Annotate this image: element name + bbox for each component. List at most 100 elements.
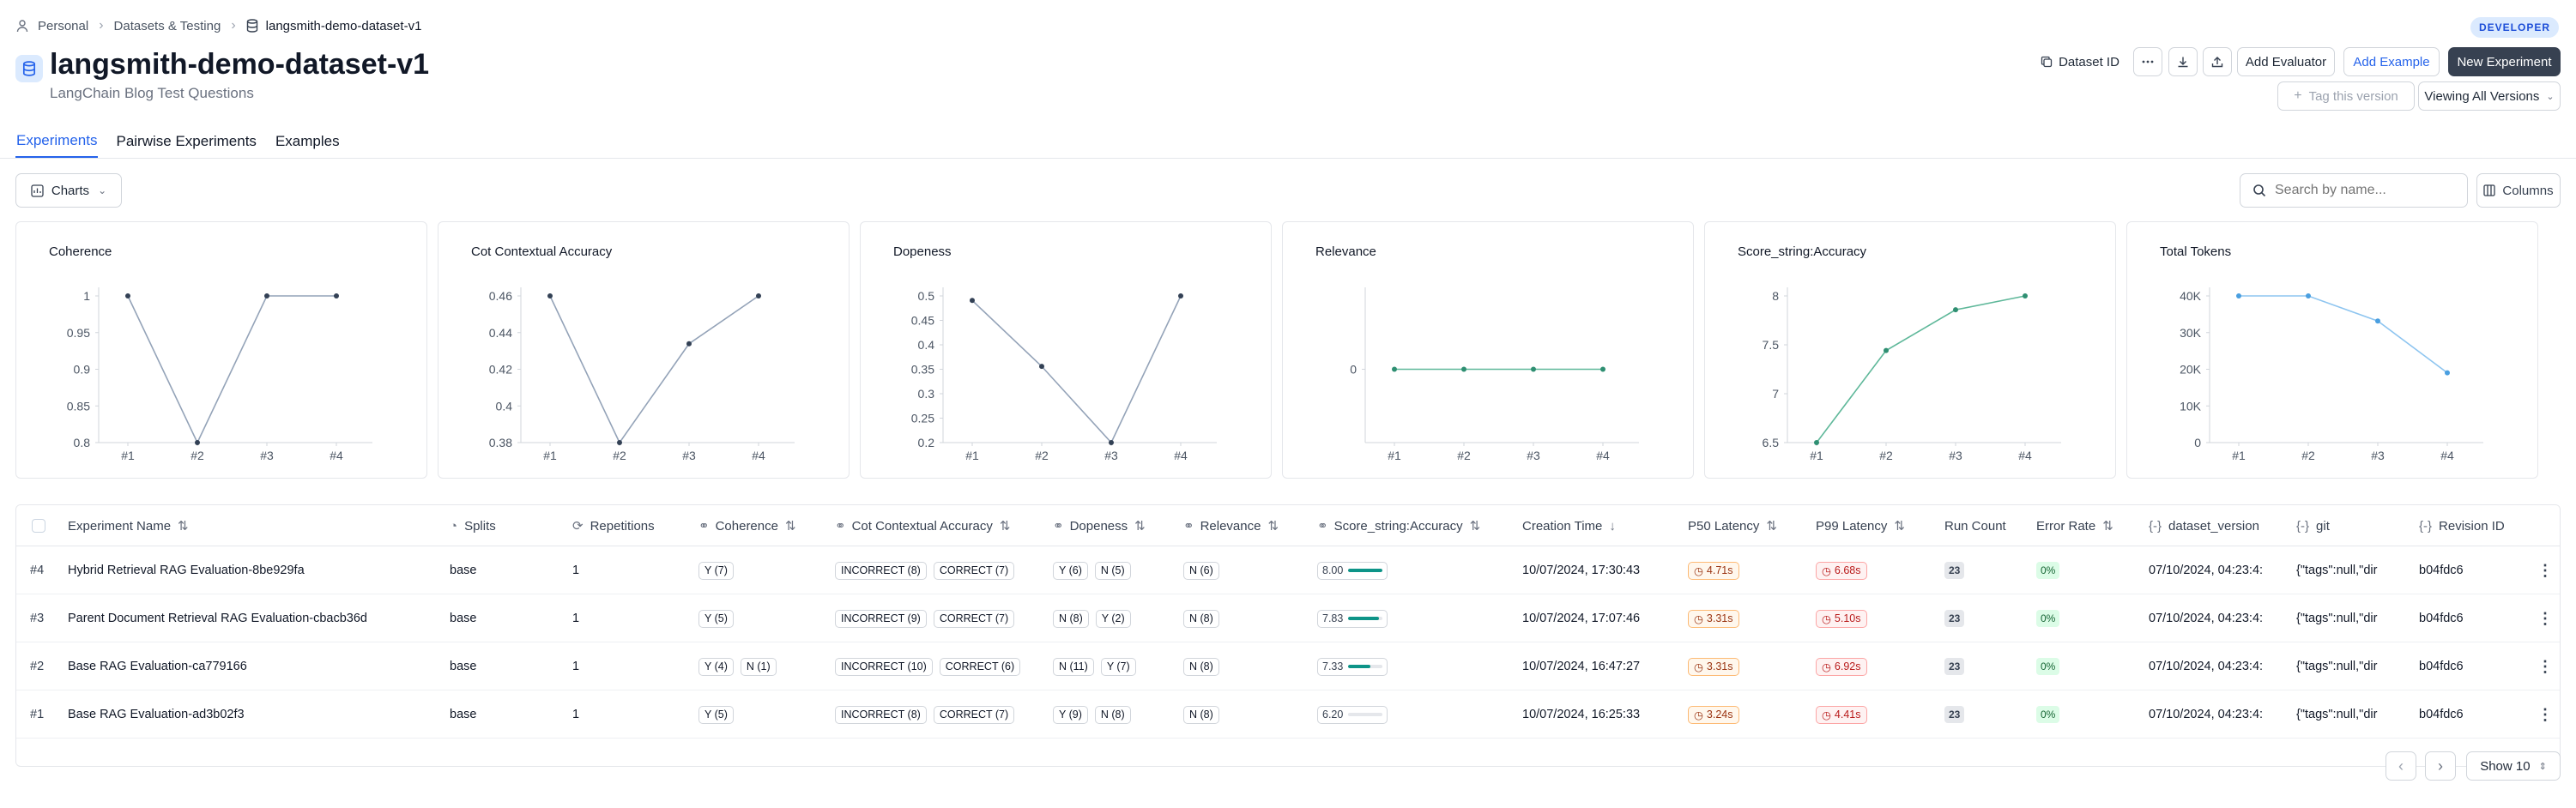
cot-feedback[interactable]: CORRECT (6)	[939, 657, 1021, 676]
row-menu-icon[interactable]: ⋮	[2537, 546, 2553, 594]
tab-examples[interactable]: Examples	[275, 125, 341, 158]
score-feedback[interactable]: 7.33	[1317, 657, 1388, 676]
coherence-feedback[interactable]: Y (5)	[698, 705, 734, 724]
data-point[interactable]	[1109, 440, 1114, 445]
dopeness-feedback[interactable]: N (8)	[1053, 609, 1089, 628]
viewing-versions-select[interactable]: Viewing All Versions ⌄	[2418, 81, 2561, 111]
experiment-name[interactable]: Hybrid Retrieval RAG Evaluation-8be929fa	[68, 546, 437, 594]
data-point[interactable]	[1178, 293, 1183, 298]
table-row[interactable]: #1 Base RAG Evaluation-ad3b02f3 base 1 Y…	[16, 690, 2560, 739]
data-point[interactable]	[1600, 366, 1605, 372]
row-menu-icon[interactable]: ⋮	[2537, 594, 2553, 642]
relevance-feedback[interactable]: N (6)	[1183, 561, 1219, 580]
column-header-coherence[interactable]: ⚭ Coherence ⇅	[698, 505, 796, 546]
data-point[interactable]	[617, 440, 622, 445]
tab-experiments[interactable]: Experiments	[15, 125, 99, 158]
cot-feedback[interactable]: CORRECT (7)	[933, 705, 1015, 724]
page-size-select[interactable]: Show 10 ⇕	[2466, 751, 2561, 781]
data-point[interactable]	[1814, 440, 1819, 445]
column-header-dopeness[interactable]: ⚭ Dopeness ⇅	[1053, 505, 1146, 546]
data-point[interactable]	[125, 293, 130, 298]
coherence-feedback[interactable]: N (1)	[740, 657, 777, 676]
column-header-cot-contextual-accuracy[interactable]: ⚭ Cot Contextual Accuracy ⇅	[835, 505, 1010, 546]
data-point[interactable]	[2023, 293, 2028, 298]
dopeness-feedback[interactable]: Y (6)	[1053, 561, 1088, 580]
charts-toggle-button[interactable]: Charts ⌄	[15, 173, 122, 208]
column-header-run-count[interactable]: Run Count	[1944, 505, 2006, 546]
dopeness-feedback[interactable]: Y (9)	[1053, 705, 1088, 724]
relevance-feedback[interactable]: N (8)	[1183, 657, 1219, 676]
data-point[interactable]	[686, 341, 692, 347]
data-point[interactable]	[1392, 366, 1397, 372]
data-point[interactable]	[264, 293, 269, 298]
column-header-experiment-name[interactable]: Experiment Name ⇅	[68, 505, 189, 546]
experiment-name[interactable]: Base RAG Evaluation-ad3b02f3	[68, 690, 437, 739]
column-header-splits[interactable]: ◔ Splits	[450, 505, 496, 546]
data-point[interactable]	[2306, 293, 2311, 298]
data-point[interactable]	[1531, 366, 1536, 372]
cot-feedback[interactable]: INCORRECT (8)	[835, 561, 927, 580]
column-header-p99-latency[interactable]: P99 Latency ⇅	[1816, 505, 1905, 546]
column-header-error-rate[interactable]: Error Rate ⇅	[2036, 505, 2113, 546]
search-box[interactable]	[2240, 173, 2468, 208]
data-point[interactable]	[1461, 366, 1466, 372]
cot-feedback[interactable]: INCORRECT (9)	[835, 609, 927, 628]
breadcrumb-datasets[interactable]: Datasets & Testing	[114, 19, 221, 33]
data-point[interactable]	[2375, 318, 2380, 324]
add-example-button[interactable]: Add Example	[2343, 47, 2440, 76]
column-header-repetitions[interactable]: ⟳ Repetitions	[572, 505, 655, 546]
experiment-name[interactable]: Parent Document Retrieval RAG Evaluation…	[68, 594, 437, 642]
data-point[interactable]	[1039, 364, 1044, 370]
next-page-button[interactable]: ›	[2425, 751, 2456, 781]
column-header-dataset-version[interactable]: {-} dataset_version	[2149, 505, 2259, 546]
data-point[interactable]	[195, 440, 200, 445]
tab-pairwise-experiments[interactable]: Pairwise Experiments	[115, 125, 257, 158]
experiment-name[interactable]: Base RAG Evaluation-ca779166	[68, 642, 437, 690]
data-point[interactable]	[334, 293, 339, 298]
upload-button[interactable]	[2203, 47, 2232, 76]
dopeness-feedback[interactable]: N (8)	[1094, 705, 1131, 724]
dopeness-feedback[interactable]: N (5)	[1094, 561, 1131, 580]
table-row[interactable]: #4 Hybrid Retrieval RAG Evaluation-8be92…	[16, 546, 2560, 594]
dataset-id-button[interactable]: Dataset ID	[2035, 47, 2125, 76]
table-row[interactable]: #3 Parent Document Retrieval RAG Evaluat…	[16, 594, 2560, 642]
column-header-creation-time[interactable]: Creation Time ↓	[1522, 505, 1616, 546]
data-point[interactable]	[2445, 370, 2450, 376]
column-header-relevance[interactable]: ⚭ Relevance ⇅	[1183, 505, 1279, 546]
data-point[interactable]	[1953, 307, 1958, 313]
row-menu-icon[interactable]: ⋮	[2537, 642, 2553, 690]
score-feedback[interactable]: 6.20	[1317, 705, 1388, 724]
download-button[interactable]	[2168, 47, 2198, 76]
coherence-feedback[interactable]: Y (7)	[698, 561, 734, 580]
column-header-revision-id[interactable]: {-} Revision ID	[2419, 505, 2505, 546]
cot-feedback[interactable]: CORRECT (7)	[933, 609, 1015, 628]
relevance-feedback[interactable]: N (8)	[1183, 609, 1219, 628]
row-menu-icon[interactable]: ⋮	[2537, 690, 2553, 739]
coherence-feedback[interactable]: Y (4)	[698, 657, 734, 676]
score-feedback[interactable]: 8.00	[1317, 561, 1388, 580]
breadcrumb-personal[interactable]: Personal	[38, 19, 88, 33]
select-all-checkbox[interactable]	[32, 519, 45, 533]
cot-feedback[interactable]: INCORRECT (8)	[835, 705, 927, 724]
more-options-button[interactable]	[2133, 47, 2162, 76]
relevance-feedback[interactable]: N (8)	[1183, 705, 1219, 724]
tag-version-button[interactable]: + Tag this version	[2277, 81, 2415, 111]
cot-feedback[interactable]: INCORRECT (10)	[835, 657, 933, 676]
columns-button[interactable]: Columns	[2476, 173, 2561, 208]
cot-feedback[interactable]: CORRECT (7)	[933, 561, 1015, 580]
data-point[interactable]	[547, 293, 553, 298]
column-header-git[interactable]: {-} git	[2296, 505, 2330, 546]
coherence-feedback[interactable]: Y (5)	[698, 609, 734, 628]
column-header-p50-latency[interactable]: P50 Latency ⇅	[1688, 505, 1777, 546]
data-point[interactable]	[2236, 293, 2241, 298]
score-feedback[interactable]: 7.83	[1317, 609, 1388, 628]
search-input[interactable]	[2275, 183, 2446, 198]
dopeness-feedback[interactable]: Y (2)	[1095, 609, 1131, 628]
dopeness-feedback[interactable]: Y (7)	[1100, 657, 1136, 676]
data-point[interactable]	[970, 298, 975, 304]
column-header-score-string-accuracy[interactable]: ⚭ Score_string:Accuracy ⇅	[1317, 505, 1480, 546]
data-point[interactable]	[756, 293, 761, 298]
dopeness-feedback[interactable]: N (11)	[1053, 657, 1094, 676]
data-point[interactable]	[1884, 347, 1889, 353]
add-evaluator-button[interactable]: Add Evaluator	[2237, 47, 2335, 76]
